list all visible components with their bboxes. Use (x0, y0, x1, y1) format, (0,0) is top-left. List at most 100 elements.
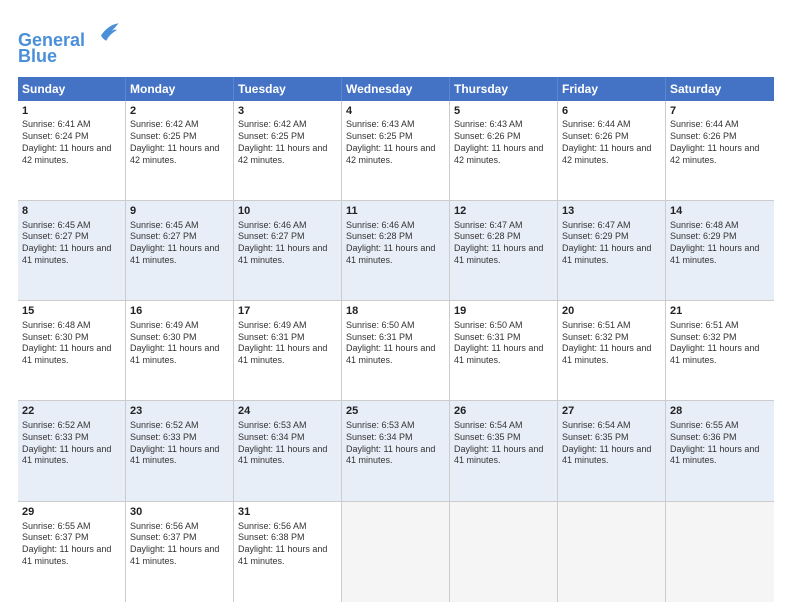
calendar-cell: 9Sunrise: 6:45 AMSunset: 6:27 PMDaylight… (126, 201, 234, 300)
calendar-cell: 1Sunrise: 6:41 AMSunset: 6:24 PMDaylight… (18, 101, 126, 200)
day-number: 21 (670, 304, 770, 319)
cell-info: Sunrise: 6:48 AMSunset: 6:30 PMDaylight:… (22, 320, 121, 367)
calendar-cell: 16Sunrise: 6:49 AMSunset: 6:30 PMDayligh… (126, 301, 234, 400)
day-number: 4 (346, 104, 445, 119)
calendar-week: 8Sunrise: 6:45 AMSunset: 6:27 PMDaylight… (18, 201, 774, 301)
calendar-cell: 12Sunrise: 6:47 AMSunset: 6:28 PMDayligh… (450, 201, 558, 300)
day-number: 6 (562, 104, 661, 119)
calendar-cell: 22Sunrise: 6:52 AMSunset: 6:33 PMDayligh… (18, 401, 126, 500)
calendar-week: 22Sunrise: 6:52 AMSunset: 6:33 PMDayligh… (18, 401, 774, 501)
day-number: 28 (670, 404, 770, 419)
cell-info: Sunrise: 6:42 AMSunset: 6:25 PMDaylight:… (130, 119, 229, 166)
day-number: 2 (130, 104, 229, 119)
cell-info: Sunrise: 6:45 AMSunset: 6:27 PMDaylight:… (130, 220, 229, 267)
day-number: 15 (22, 304, 121, 319)
calendar-cell: 4Sunrise: 6:43 AMSunset: 6:25 PMDaylight… (342, 101, 450, 200)
cell-info: Sunrise: 6:55 AMSunset: 6:36 PMDaylight:… (670, 420, 770, 467)
calendar-cell (666, 502, 774, 602)
day-number: 10 (238, 204, 337, 219)
calendar-cell: 24Sunrise: 6:53 AMSunset: 6:34 PMDayligh… (234, 401, 342, 500)
day-number: 18 (346, 304, 445, 319)
day-number: 26 (454, 404, 553, 419)
cell-info: Sunrise: 6:51 AMSunset: 6:32 PMDaylight:… (670, 320, 770, 367)
cal-header-day: Wednesday (342, 77, 450, 101)
cal-header-day: Tuesday (234, 77, 342, 101)
day-number: 30 (130, 505, 229, 520)
cell-info: Sunrise: 6:56 AMSunset: 6:37 PMDaylight:… (130, 521, 229, 568)
calendar-cell: 18Sunrise: 6:50 AMSunset: 6:31 PMDayligh… (342, 301, 450, 400)
day-number: 27 (562, 404, 661, 419)
cell-info: Sunrise: 6:46 AMSunset: 6:27 PMDaylight:… (238, 220, 337, 267)
calendar-cell: 2Sunrise: 6:42 AMSunset: 6:25 PMDaylight… (126, 101, 234, 200)
cell-info: Sunrise: 6:47 AMSunset: 6:29 PMDaylight:… (562, 220, 661, 267)
day-number: 20 (562, 304, 661, 319)
logo: General Blue (18, 18, 122, 67)
day-number: 22 (22, 404, 121, 419)
day-number: 12 (454, 204, 553, 219)
calendar-cell (450, 502, 558, 602)
day-number: 25 (346, 404, 445, 419)
cell-info: Sunrise: 6:52 AMSunset: 6:33 PMDaylight:… (130, 420, 229, 467)
cell-info: Sunrise: 6:55 AMSunset: 6:37 PMDaylight:… (22, 521, 121, 568)
day-number: 11 (346, 204, 445, 219)
calendar-cell: 10Sunrise: 6:46 AMSunset: 6:27 PMDayligh… (234, 201, 342, 300)
calendar-cell: 5Sunrise: 6:43 AMSunset: 6:26 PMDaylight… (450, 101, 558, 200)
calendar: SundayMondayTuesdayWednesdayThursdayFrid… (18, 77, 774, 602)
cell-info: Sunrise: 6:44 AMSunset: 6:26 PMDaylight:… (562, 119, 661, 166)
calendar-cell: 7Sunrise: 6:44 AMSunset: 6:26 PMDaylight… (666, 101, 774, 200)
cal-header-day: Sunday (18, 77, 126, 101)
calendar-cell (558, 502, 666, 602)
day-number: 13 (562, 204, 661, 219)
day-number: 16 (130, 304, 229, 319)
cal-header-day: Friday (558, 77, 666, 101)
day-number: 3 (238, 104, 337, 119)
day-number: 5 (454, 104, 553, 119)
day-number: 14 (670, 204, 770, 219)
cell-info: Sunrise: 6:43 AMSunset: 6:25 PMDaylight:… (346, 119, 445, 166)
calendar-cell: 15Sunrise: 6:48 AMSunset: 6:30 PMDayligh… (18, 301, 126, 400)
calendar-cell: 6Sunrise: 6:44 AMSunset: 6:26 PMDaylight… (558, 101, 666, 200)
cell-info: Sunrise: 6:53 AMSunset: 6:34 PMDaylight:… (238, 420, 337, 467)
cal-header-day: Saturday (666, 77, 774, 101)
cell-info: Sunrise: 6:56 AMSunset: 6:38 PMDaylight:… (238, 521, 337, 568)
day-number: 24 (238, 404, 337, 419)
cal-header-day: Monday (126, 77, 234, 101)
calendar-cell: 14Sunrise: 6:48 AMSunset: 6:29 PMDayligh… (666, 201, 774, 300)
calendar-cell: 21Sunrise: 6:51 AMSunset: 6:32 PMDayligh… (666, 301, 774, 400)
calendar-week: 15Sunrise: 6:48 AMSunset: 6:30 PMDayligh… (18, 301, 774, 401)
cell-info: Sunrise: 6:41 AMSunset: 6:24 PMDaylight:… (22, 119, 121, 166)
calendar-cell: 13Sunrise: 6:47 AMSunset: 6:29 PMDayligh… (558, 201, 666, 300)
calendar-cell: 23Sunrise: 6:52 AMSunset: 6:33 PMDayligh… (126, 401, 234, 500)
day-number: 9 (130, 204, 229, 219)
calendar-cell (342, 502, 450, 602)
cell-info: Sunrise: 6:47 AMSunset: 6:28 PMDaylight:… (454, 220, 553, 267)
calendar-week: 29Sunrise: 6:55 AMSunset: 6:37 PMDayligh… (18, 502, 774, 602)
calendar-header: SundayMondayTuesdayWednesdayThursdayFrid… (18, 77, 774, 101)
cell-info: Sunrise: 6:44 AMSunset: 6:26 PMDaylight:… (670, 119, 770, 166)
calendar-body: 1Sunrise: 6:41 AMSunset: 6:24 PMDaylight… (18, 101, 774, 602)
calendar-cell: 17Sunrise: 6:49 AMSunset: 6:31 PMDayligh… (234, 301, 342, 400)
calendar-cell: 20Sunrise: 6:51 AMSunset: 6:32 PMDayligh… (558, 301, 666, 400)
day-number: 23 (130, 404, 229, 419)
calendar-cell: 3Sunrise: 6:42 AMSunset: 6:25 PMDaylight… (234, 101, 342, 200)
calendar-cell: 19Sunrise: 6:50 AMSunset: 6:31 PMDayligh… (450, 301, 558, 400)
day-number: 1 (22, 104, 121, 119)
logo-bird-icon (94, 18, 122, 46)
cell-info: Sunrise: 6:54 AMSunset: 6:35 PMDaylight:… (562, 420, 661, 467)
cell-info: Sunrise: 6:43 AMSunset: 6:26 PMDaylight:… (454, 119, 553, 166)
cell-info: Sunrise: 6:48 AMSunset: 6:29 PMDaylight:… (670, 220, 770, 267)
calendar-cell: 27Sunrise: 6:54 AMSunset: 6:35 PMDayligh… (558, 401, 666, 500)
cell-info: Sunrise: 6:52 AMSunset: 6:33 PMDaylight:… (22, 420, 121, 467)
cell-info: Sunrise: 6:53 AMSunset: 6:34 PMDaylight:… (346, 420, 445, 467)
cell-info: Sunrise: 6:54 AMSunset: 6:35 PMDaylight:… (454, 420, 553, 467)
cell-info: Sunrise: 6:49 AMSunset: 6:30 PMDaylight:… (130, 320, 229, 367)
day-number: 19 (454, 304, 553, 319)
calendar-week: 1Sunrise: 6:41 AMSunset: 6:24 PMDaylight… (18, 101, 774, 201)
calendar-cell: 8Sunrise: 6:45 AMSunset: 6:27 PMDaylight… (18, 201, 126, 300)
day-number: 7 (670, 104, 770, 119)
calendar-cell: 11Sunrise: 6:46 AMSunset: 6:28 PMDayligh… (342, 201, 450, 300)
calendar-cell: 29Sunrise: 6:55 AMSunset: 6:37 PMDayligh… (18, 502, 126, 602)
cal-header-day: Thursday (450, 77, 558, 101)
page: General Blue SundayMondayTuesdayWednesda… (0, 0, 792, 612)
calendar-cell: 30Sunrise: 6:56 AMSunset: 6:37 PMDayligh… (126, 502, 234, 602)
